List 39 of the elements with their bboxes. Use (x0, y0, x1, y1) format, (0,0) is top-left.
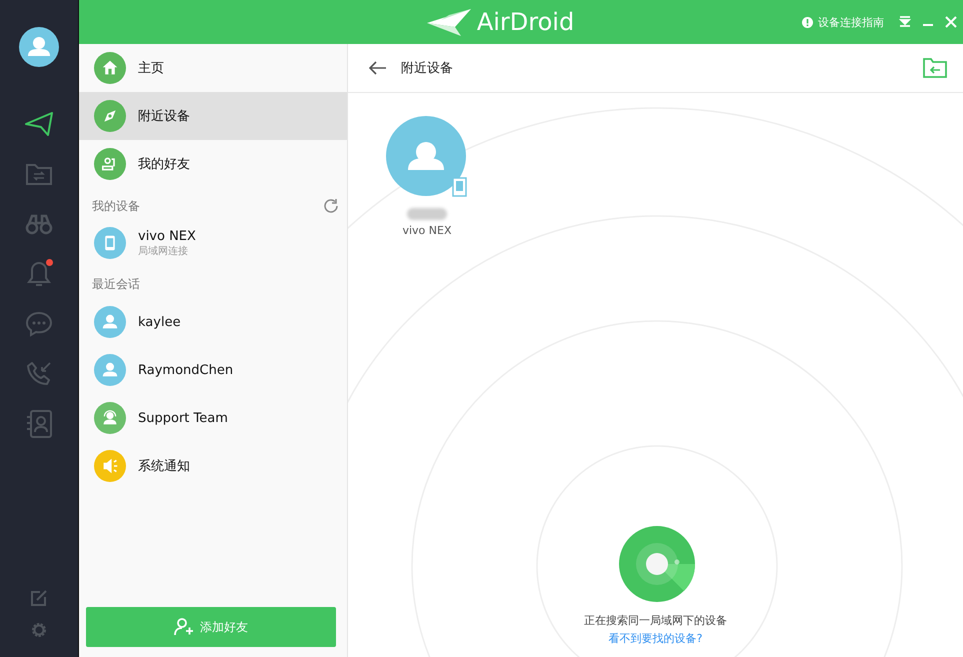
download-icon[interactable] (899, 16, 911, 28)
radar-icon (619, 526, 695, 602)
compass-icon (94, 100, 126, 132)
chat-bubble-icon[interactable] (24, 309, 54, 339)
device-status: 局域网连接 (138, 244, 189, 258)
user-avatar[interactable] (19, 27, 59, 67)
device-name: vivo NEX (402, 224, 452, 237)
close-icon[interactable] (945, 16, 957, 28)
status-text: 正在搜索同一局域网下的设备 (584, 613, 727, 628)
back-arrow-icon[interactable] (369, 61, 387, 75)
info-icon (802, 16, 813, 28)
nav-item[interactable]: 主页 (79, 44, 347, 92)
folder-icon[interactable] (923, 58, 947, 78)
airdroid-logo: AirDroid (426, 7, 574, 37)
house-icon (94, 52, 126, 84)
headset-person-icon (94, 402, 126, 434)
blurred-name (407, 208, 447, 220)
paper-plane-icon[interactable] (24, 109, 54, 139)
speaker-icon (94, 450, 126, 482)
conversation-item[interactable]: RaymondChen (79, 346, 347, 394)
person-icon (94, 306, 126, 338)
edit-icon[interactable] (30, 589, 48, 607)
phone-icon (94, 227, 126, 259)
section-heading: 我的设备 (92, 198, 140, 214)
add-person-icon (174, 618, 194, 636)
contact-card-icon[interactable] (24, 409, 54, 439)
bell-icon[interactable] (24, 259, 54, 289)
conversation-item[interactable]: kaylee (79, 298, 347, 346)
nav-item[interactable]: 附近设备 (79, 92, 347, 140)
device-avatar[interactable] (386, 116, 468, 198)
conversation-item[interactable]: 系统通知 (79, 442, 347, 490)
refresh-icon[interactable] (323, 198, 339, 214)
section-heading: 最近会话 (92, 276, 140, 292)
nav-item[interactable]: 我的好友 (79, 140, 347, 188)
page-title: 附近设备 (401, 60, 454, 77)
settings-icon[interactable] (30, 621, 48, 639)
conversation-item[interactable]: Support Team (79, 394, 347, 442)
person-icon (94, 354, 126, 386)
device-item[interactable]: vivo NEX 局域网连接 (79, 220, 347, 266)
